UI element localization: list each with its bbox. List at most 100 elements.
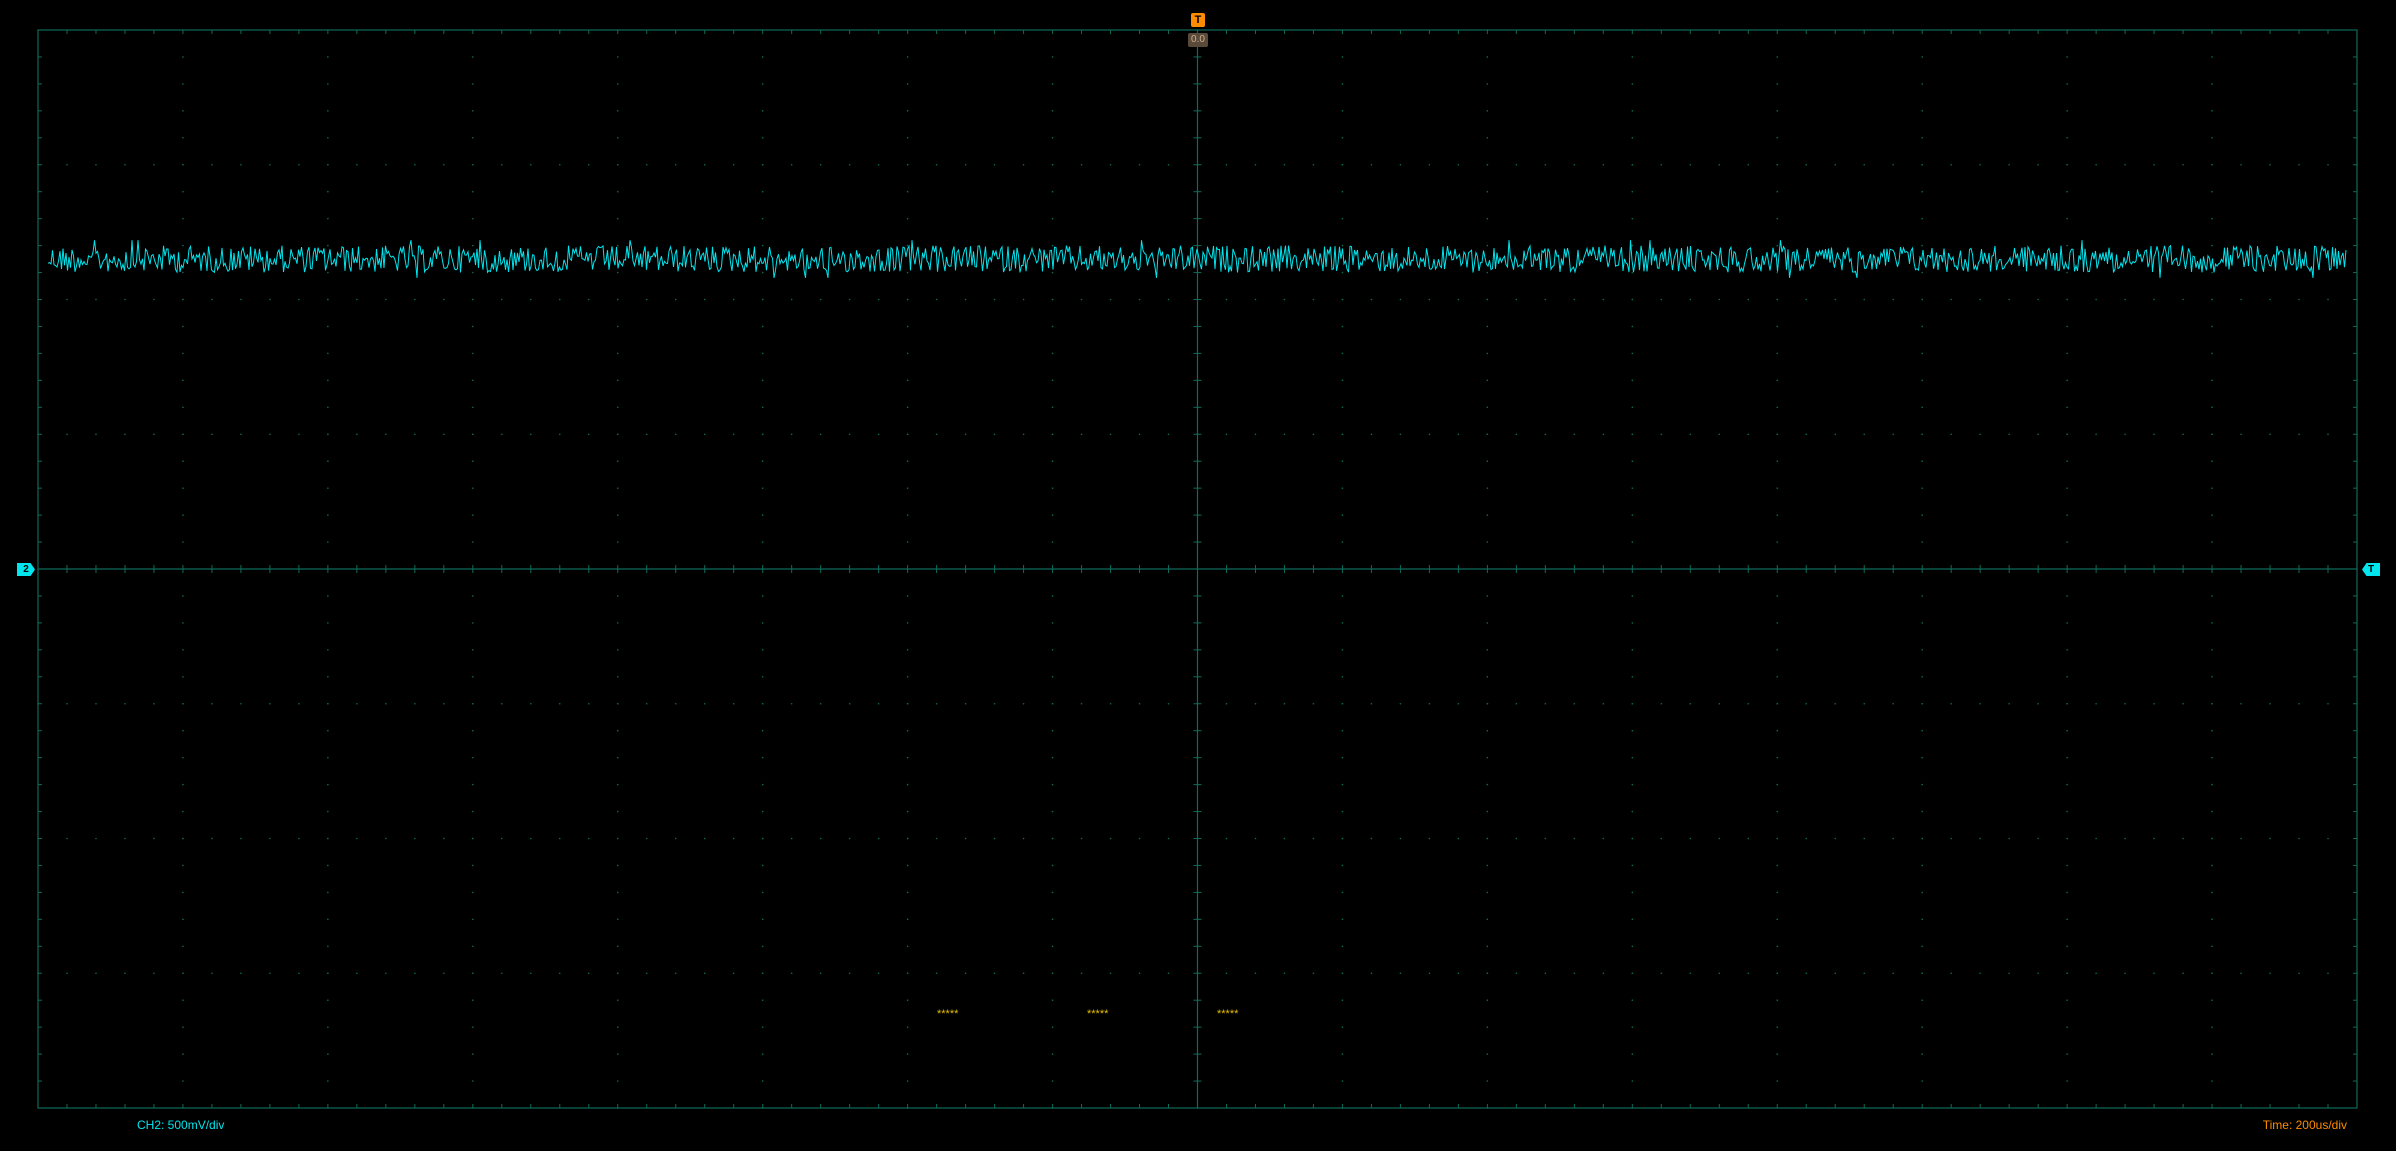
grid-dot [1370, 972, 1373, 975]
grid-dot [2182, 163, 2184, 166]
grid-dot [182, 1080, 184, 1082]
grid-dot [761, 163, 764, 166]
grid-dot [182, 972, 184, 975]
grid-dot [674, 163, 677, 166]
grid-dot [616, 352, 619, 355]
grid-dot [2211, 918, 2213, 921]
grid-dot [1834, 298, 1837, 301]
grid-dot [1341, 1053, 1344, 1055]
grid-dot [1051, 190, 1054, 193]
grid-dot [2240, 433, 2242, 436]
grid-dot [1544, 837, 1547, 840]
grid-dot [1051, 622, 1054, 624]
grid-dot [616, 595, 619, 597]
grid-dot [1341, 756, 1344, 759]
grid-dot [761, 783, 764, 786]
grid-dot [1051, 783, 1054, 786]
grid-dot [616, 433, 619, 436]
grid-dot [2327, 433, 2329, 436]
grid-dot [1863, 163, 1866, 166]
grid-dot [1631, 298, 1634, 301]
grid-dot [182, 83, 184, 85]
grid-dot [1921, 972, 1923, 975]
grid-dot [1631, 702, 1634, 705]
grid-dot [1109, 972, 1112, 975]
grid-dot [616, 810, 619, 813]
trigger-position-marker[interactable]: T [1191, 13, 1205, 27]
grid-dot [1718, 163, 1721, 166]
grid-dot [1921, 190, 1923, 193]
grid-dot [964, 972, 967, 975]
grid-dot [1631, 972, 1634, 975]
grid-dot [1689, 163, 1692, 166]
grid-dot [2182, 702, 2184, 705]
grid-dot [2153, 972, 2155, 975]
grid-dot [1051, 756, 1054, 759]
grid-dot [1486, 433, 1489, 436]
grid-dot [877, 837, 880, 840]
grid-dot [1921, 514, 1923, 516]
grid-dot [2298, 702, 2300, 705]
grid-dot [848, 298, 851, 301]
grid-dot [327, 891, 329, 894]
grid-dot [1370, 837, 1373, 840]
grid-dot [153, 433, 155, 436]
grid-dot [1341, 649, 1344, 651]
grid-dot [1051, 810, 1054, 813]
grid-dot [1747, 702, 1750, 705]
grid-dot [1341, 945, 1344, 948]
grid-dot [472, 217, 474, 220]
grid-dot [1776, 433, 1779, 436]
grid-dot [616, 110, 619, 112]
grid-dot [2008, 702, 2010, 705]
grid-dot [2153, 163, 2155, 166]
grid-dot [1921, 352, 1923, 355]
grid-dot [2008, 163, 2010, 166]
grid-dot [1776, 972, 1779, 975]
grid-dot [1457, 837, 1460, 840]
grid-dot [240, 972, 242, 975]
grid-dot [327, 137, 329, 139]
grid-dot [2066, 460, 2068, 463]
grid-dot [761, 190, 764, 193]
grid-dot [761, 676, 764, 678]
grid-dot [269, 837, 271, 840]
grid-dot [414, 298, 416, 301]
grid-dot [1950, 163, 1952, 166]
grid-dot [182, 595, 184, 597]
grid-dot [2153, 433, 2155, 436]
grid-dot [1486, 595, 1489, 597]
grid-dot [182, 406, 184, 409]
grid-dot [472, 783, 474, 786]
grid-dot [1341, 83, 1344, 85]
grid-dot [472, 702, 474, 705]
grid-dot [269, 972, 271, 975]
grid-dot [2211, 244, 2213, 247]
grid-dot [327, 1080, 329, 1082]
grid-dot [327, 487, 329, 489]
grid-dot [1573, 837, 1576, 840]
grid-dot [1660, 972, 1663, 975]
grid-dot [1051, 487, 1054, 489]
grid-dot [993, 298, 996, 301]
grid-dot [1051, 217, 1054, 220]
grid-dot [1631, 163, 1634, 166]
grid-dot [2211, 271, 2213, 274]
grid-dot [1457, 972, 1460, 975]
grid-dot [819, 298, 822, 301]
grid-dot [587, 972, 590, 975]
grid-dot [2240, 298, 2242, 301]
grid-dot [616, 918, 619, 921]
grid-dot [182, 891, 184, 894]
grid-dot [182, 541, 184, 543]
grid-dot [2298, 972, 2300, 975]
grid-dot [1341, 514, 1344, 516]
grid-dot [1399, 298, 1402, 301]
grid-dot [327, 783, 329, 786]
grid-dot [1225, 972, 1228, 975]
grid-dot [1921, 1080, 1923, 1082]
grid-dot [414, 972, 416, 975]
grid-dot [2037, 433, 2039, 436]
grid-dot [1631, 514, 1634, 516]
grid-dot [616, 1053, 619, 1055]
